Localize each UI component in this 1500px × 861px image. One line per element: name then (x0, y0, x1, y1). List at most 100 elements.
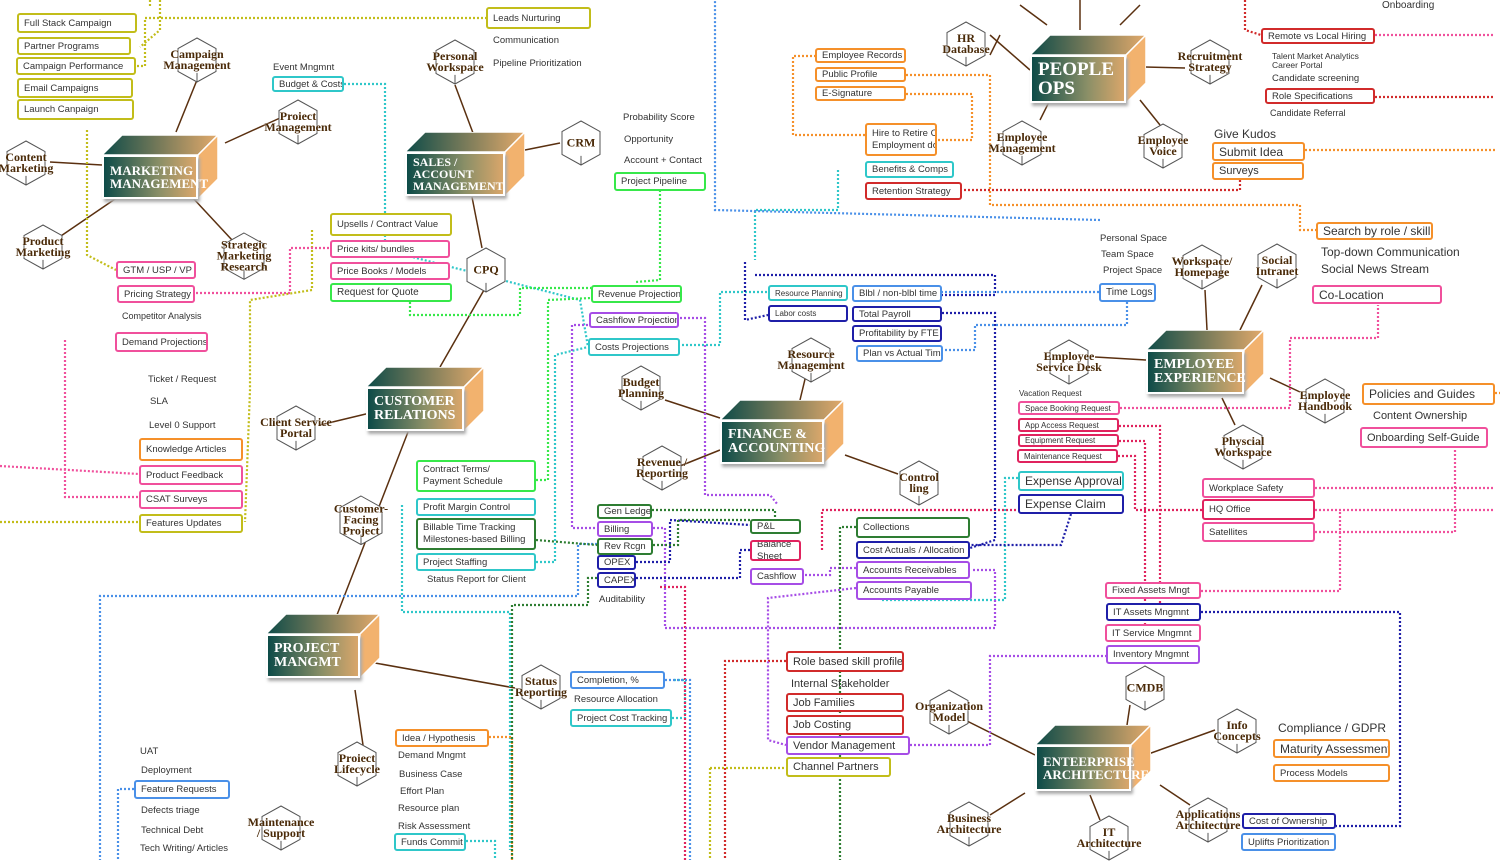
label-effort-plan: Effort Plan (400, 786, 445, 797)
box-job-families[interactable]: Job Families (786, 693, 904, 712)
box-fixed-assets-mngt[interactable]: Fixed Assets Mngt (1105, 582, 1201, 599)
box-leads-nurturing[interactable]: Leads Nurturing (486, 7, 591, 29)
box-price-kits-bundles[interactable]: Price kits/ bundles (330, 240, 450, 258)
box-time-logs[interactable]: Time Logs (1099, 283, 1156, 302)
box-cost-of-ownership[interactable]: Cost of Ownership (1242, 813, 1336, 829)
box-project-pipeline[interactable]: Project Pipeline (614, 172, 706, 191)
box-it-assets-mngmnt[interactable]: IT Assets Mngmnt (1106, 603, 1201, 621)
box-product-feedback[interactable]: Product Feedback (139, 465, 243, 485)
box-p-l[interactable]: P&L (750, 519, 801, 534)
box-submit-idea[interactable]: Submit Idea (1212, 142, 1305, 161)
hub-customer[interactable]: CUSTOMER RELATIONS (366, 367, 484, 431)
box-uplifts-prioritization[interactable]: Uplifts Prioritization (1241, 833, 1336, 851)
box-app-access-request[interactable]: App Access Request (1018, 418, 1119, 432)
box-workplace-safety[interactable]: Workplace Safety (1202, 478, 1315, 498)
box-surveys[interactable]: Surveys (1212, 162, 1304, 180)
box-request-for-quote[interactable]: Request for Quote (330, 283, 452, 302)
box-process-models[interactable]: Process Models (1273, 764, 1390, 782)
box-rev-rcgn[interactable]: Rev Rcgn (597, 538, 653, 555)
box-gen-ledger[interactable]: Gen Ledger (597, 504, 652, 519)
box-public-profile[interactable]: Public Profile (815, 67, 906, 82)
box-cashflow-projection[interactable]: Cashflow Projection (589, 312, 679, 328)
box-policies-and-guides[interactable]: Policies and Guides (1362, 383, 1495, 405)
box-maturity-assessment[interactable]: Maturity Assessment (1273, 739, 1390, 758)
box-e-signature[interactable]: E-Signature (815, 86, 906, 101)
branch-line (1204, 289, 1208, 331)
box-resource-planning[interactable]: Resource Planning (768, 285, 848, 301)
box-funds-commit[interactable]: Funds Commit (394, 833, 466, 851)
box-total-payroll[interactable]: Total Payroll (852, 306, 942, 322)
hub-employee[interactable]: EMPLOYEE EXPERIENCE (1146, 330, 1264, 394)
box-gtm-usp-vp[interactable]: GTM / USP / VP (116, 261, 196, 279)
box-vendor-management[interactable]: Vendor Management (786, 736, 910, 755)
box-role-based-skill-profile[interactable]: Role based skill profile (786, 651, 904, 672)
box-cost-actuals-allocation[interactable]: Cost Actuals / Allocation (856, 541, 970, 559)
box-budget-costs[interactable]: Budget & Costs (272, 76, 344, 92)
label-event-mngmnt: Event Mngmnt (273, 62, 335, 73)
box-contract-terms-payment-schedule[interactable]: Contract Terms/ Payment Schedule (416, 460, 536, 492)
box-equipment-request[interactable]: Equipment Request (1018, 434, 1119, 447)
hub-people[interactable]: PEOPLE OPS (1030, 35, 1146, 103)
box-revenue-projection[interactable]: Revenue Projection (591, 285, 682, 303)
box-profitability-by-fte[interactable]: Profitability by FTE (852, 325, 942, 342)
box-retention-strategy[interactable]: Retention Strategy (865, 182, 962, 200)
box-cashflow[interactable]: Cashflow (750, 568, 804, 585)
box-billing[interactable]: Billing (597, 521, 653, 537)
box-campaign-performance[interactable]: Campaign Performance (16, 57, 136, 75)
box-expense-approvals[interactable]: Expense Approvals (1018, 471, 1124, 491)
box-completion[interactable]: Completion, % (570, 671, 665, 689)
box-accounts-receivables[interactable]: Accounts Receivables (856, 561, 970, 579)
hub-sales[interactable]: SALES / ACCOUNT MANAGEMENT (405, 132, 525, 196)
box-satellites[interactable]: Satellites (1202, 522, 1315, 542)
box-knowledge-articles[interactable]: Knowledge Articles (139, 438, 243, 461)
box-balance-sheet[interactable]: Balance Sheet (750, 540, 801, 561)
box-employee-records[interactable]: Employee Records (815, 48, 906, 63)
box-costs-projections[interactable]: Costs Projections (588, 338, 680, 356)
box-full-stack-campaign[interactable]: Full Stack Campaign (17, 13, 137, 33)
dependency-link (672, 678, 687, 720)
box-demand-projections[interactable]: Demand Projections (115, 332, 208, 352)
box-collections[interactable]: Collections (856, 517, 970, 538)
box-email-campaigns[interactable]: Email Campaigns (17, 78, 133, 98)
box-co-location[interactable]: Co-Location (1312, 285, 1442, 304)
box-features-updates[interactable]: Features Updates (139, 514, 243, 533)
box-profit-margin-control[interactable]: Profit Margin Control (416, 498, 536, 516)
box-plan-vs-actual-time[interactable]: Plan vs Actual Time (856, 345, 943, 362)
box-hq-office[interactable]: HQ Office (1202, 499, 1315, 520)
box-idea-hypothesis[interactable]: Idea / Hypothesis (395, 729, 489, 747)
box-feature-requests[interactable]: Feature Requests (134, 780, 230, 799)
box-search-by-role-skill[interactable]: Search by role / skill (1316, 222, 1433, 240)
box-onboarding-self-guide[interactable]: Onboarding Self-Guide (1360, 427, 1488, 448)
box-capex[interactable]: CAPEX (597, 572, 636, 588)
hub-marketing[interactable]: MARKETING MANAGEMENT (102, 135, 218, 199)
hub-finance[interactable]: FINANCE & ACCOUNTING (720, 400, 844, 464)
box-hire-to-retire-cycle-employment-docs[interactable]: Hire to Retire Cycle Employment docs (865, 123, 937, 156)
box-inventory-mngmnt[interactable]: Inventory Mngmnt (1106, 645, 1200, 664)
box-project-cost-tracking[interactable]: Project Cost Tracking (570, 709, 672, 727)
box-csat-surveys[interactable]: CSAT Surveys (139, 490, 243, 509)
label-social-news-stream: Social News Stream (1321, 262, 1430, 276)
box-pricing-strategy[interactable]: Pricing Strategy (117, 285, 195, 303)
box-partner-programs[interactable]: Partner Programs (17, 37, 131, 55)
hub-enterprise[interactable]: ENTEERPRISE ARCHITECTURE (1035, 725, 1151, 791)
box-price-books-models[interactable]: Price Books / Models (330, 262, 450, 280)
box-maintenance-request[interactable]: Maintenance Request (1017, 449, 1118, 463)
box-space-booking-request[interactable]: Space Booking Request (1018, 401, 1120, 415)
box-benefits-comps[interactable]: Benefits & Comps (865, 161, 954, 178)
box-labor-costs[interactable]: Labor costs (768, 305, 848, 322)
box-role-specifications[interactable]: Role Specifications (1265, 88, 1375, 104)
box-blbl-non-blbl-time[interactable]: Blbl / non-blbl time (852, 285, 942, 302)
box-remote-vs-local-hiring[interactable]: Remote vs Local Hiring (1261, 28, 1375, 44)
box-expense-claim[interactable]: Expense Claim (1018, 494, 1124, 514)
box-billable-time-tracking-milestones-based-billing[interactable]: Billable Time Tracking Milestones-based … (416, 518, 536, 550)
box-channel-partners[interactable]: Channel Partners (786, 757, 891, 777)
box-accounts-payable[interactable]: Accounts Payable (856, 581, 972, 600)
box-it-service-mngmnt[interactable]: IT Service Mngmnt (1105, 624, 1201, 642)
hex-label: CRM (566, 135, 596, 150)
box-launch-canpaign[interactable]: Launch Canpaign (17, 99, 134, 120)
box-upsells-contract-value[interactable]: Upsells / Contract Value (330, 213, 452, 236)
box-opex[interactable]: OPEX (597, 555, 636, 570)
box-job-costing[interactable]: Job Costing (786, 715, 904, 735)
box-project-staffing[interactable]: Project Staffing (416, 553, 536, 571)
hub-project[interactable]: PROJECT MANGMT (266, 614, 380, 678)
